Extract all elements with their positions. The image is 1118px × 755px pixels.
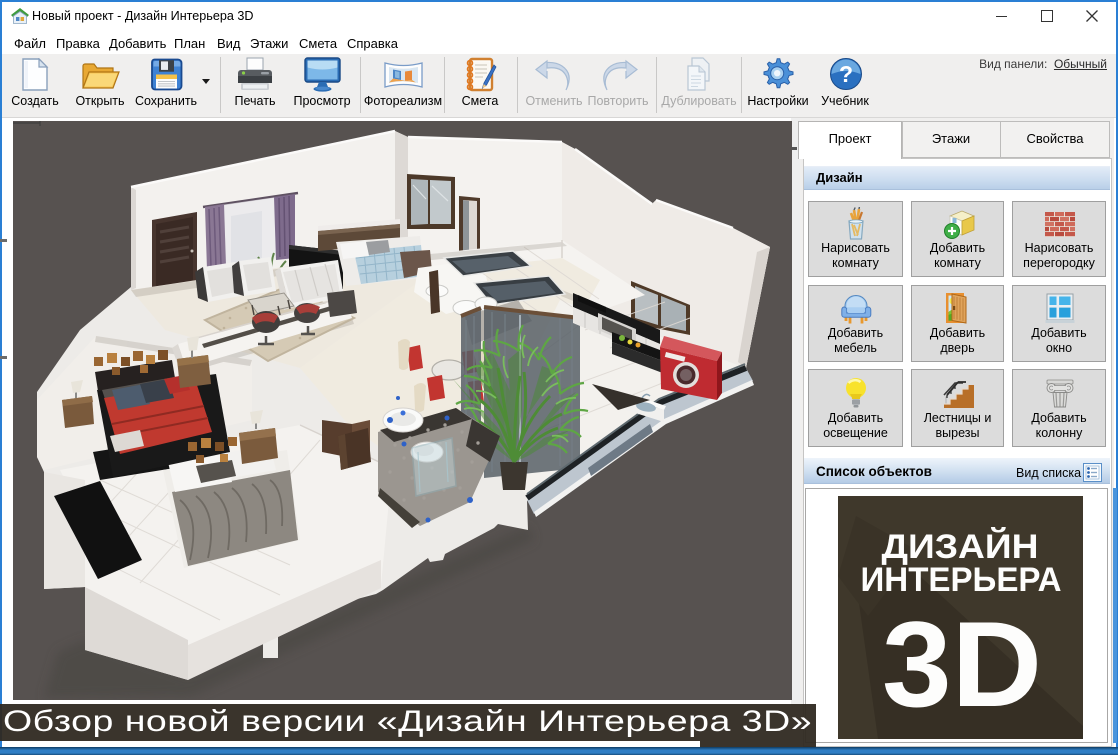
svg-text:ИНТЕРЬЕРА: ИНТЕРЬЕРА [861,561,1062,599]
svg-text:3D: 3D [882,596,1042,732]
